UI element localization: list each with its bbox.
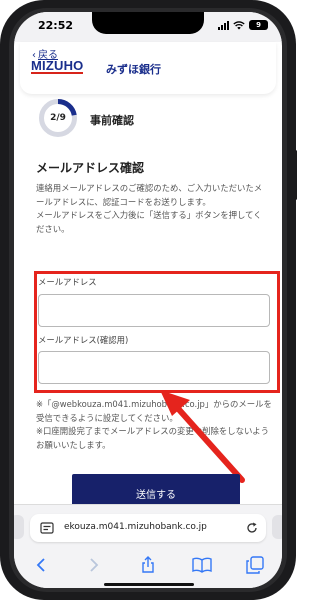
phone-bezel: 22:52 9 ‹ 戻る MIZUHO みずほ銀行 2/9 事前確認 メールアド…	[9, 8, 287, 592]
description-paragraph-1: 連絡用メールアドレスのご確認のため、ご入力いただいたメールアドレスに、認証コード…	[36, 183, 263, 207]
bank-name: みずほ銀行	[106, 63, 161, 76]
notch	[92, 12, 204, 34]
screen: 22:52 9 ‹ 戻る MIZUHO みずほ銀行 2/9 事前確認 メールアド…	[14, 12, 282, 588]
prev-tab-preview[interactable]	[14, 515, 24, 539]
reload-icon[interactable]	[246, 522, 258, 534]
status-icons: 9	[218, 20, 268, 30]
status-time: 22:52	[38, 19, 74, 32]
mizuho-logo: MIZUHO	[31, 58, 84, 74]
battery-icon: 9	[249, 20, 268, 30]
page-menu-icon[interactable]	[40, 522, 54, 534]
phone-frame: 22:52 9 ‹ 戻る MIZUHO みずほ銀行 2/9 事前確認 メールアド…	[0, 0, 297, 600]
url-text: ekouza.m041.mizuhobank.co.jp	[64, 522, 207, 532]
forward-icon[interactable]	[82, 555, 106, 575]
next-tab-preview[interactable]	[272, 515, 282, 539]
volume-down-button	[0, 172, 2, 206]
notes: ※「@webkouza.m041.mizuhobank.co.jp」からのメール…	[36, 398, 272, 452]
note-1: ※「@webkouza.m041.mizuhobank.co.jp」からのメール…	[36, 399, 272, 423]
share-icon[interactable]	[136, 555, 160, 575]
description: 連絡用メールアドレスのご確認のため、ご入力いただいたメールアドレスに、認証コード…	[36, 182, 268, 236]
bookmarks-icon[interactable]	[190, 555, 214, 575]
browser-toolbar	[14, 553, 282, 577]
mute-switch	[0, 90, 2, 108]
browser-bar: ekouza.m041.mizuhobank.co.jp	[14, 504, 282, 588]
address-bar[interactable]: ekouza.m041.mizuhobank.co.jp	[30, 514, 266, 542]
note-2: ※口座開設完了までメールアドレスの変更や削除をしないようお願いいたします。	[36, 426, 269, 450]
volume-up-button	[0, 130, 2, 164]
signal-icon	[218, 20, 229, 30]
power-button	[294, 150, 297, 200]
highlight-box	[34, 271, 280, 393]
description-paragraph-2: メールアドレスをご入力後に「送信する」ボタンを押してください。	[36, 210, 262, 234]
section-title: メールアドレス確認	[36, 161, 145, 175]
step-counter: 2/9	[50, 113, 66, 123]
tabs-icon[interactable]	[243, 555, 267, 575]
back-icon[interactable]	[29, 555, 53, 575]
step-title: 事前確認	[90, 114, 134, 127]
app-header: ‹ 戻る MIZUHO みずほ銀行	[20, 42, 276, 94]
wifi-icon	[233, 20, 245, 29]
home-indicator	[104, 583, 194, 586]
